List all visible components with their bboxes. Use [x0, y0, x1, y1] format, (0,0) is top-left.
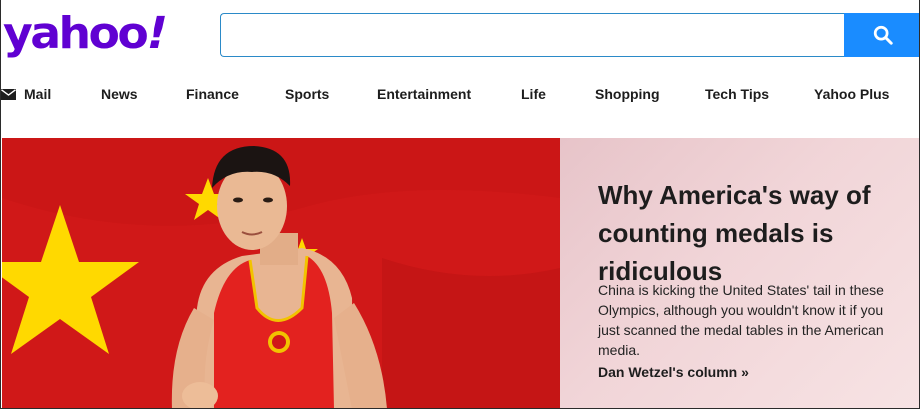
nav-item-label: Finance [186, 86, 239, 102]
column-link[interactable]: Dan Wetzel's column » [598, 364, 749, 380]
nav-item-label: Tech Tips [705, 86, 770, 102]
page-frame: yahoo! Mail News Finance Sports Entertai… [0, 0, 920, 409]
hero-story[interactable]: Why America's way of counting medals is … [2, 138, 919, 408]
nav-item-label: Mail [24, 86, 52, 102]
nav-item-label: Entertainment [377, 86, 472, 102]
nav-item-life[interactable]: Life [521, 82, 546, 106]
hero-image[interactable] [2, 138, 560, 408]
main-nav: Mail News Finance Sports Entertainment L… [1, 82, 919, 106]
nav-item-label: News [101, 86, 138, 102]
nav-item-tech-tips[interactable]: Tech Tips [705, 82, 769, 106]
nav-item-label: Yahoo Plus [814, 86, 890, 102]
hero-summary: China is kicking the United States' tail… [598, 282, 884, 358]
nav-item-shopping[interactable]: Shopping [595, 82, 660, 106]
hero-headline[interactable]: Why America's way of counting medals is … [598, 176, 908, 290]
search-button[interactable] [844, 13, 919, 57]
nav-item-label: Life [521, 86, 546, 102]
nav-item-mail[interactable]: Mail [1, 82, 51, 106]
nav-item-label: Sports [285, 86, 330, 102]
nav-item-entertainment[interactable]: Entertainment [377, 82, 471, 106]
nav-item-label: Shopping [595, 86, 660, 102]
search-icon [873, 25, 893, 45]
search-bar [220, 13, 919, 57]
nav-item-yahoo-plus[interactable]: Yahoo Plus [814, 82, 889, 106]
athlete-photo [2, 138, 560, 408]
nav-item-finance[interactable]: Finance [186, 82, 239, 106]
mail-icon [1, 88, 16, 100]
search-input[interactable] [220, 13, 844, 57]
yahoo-logo[interactable]: yahoo! [3, 6, 170, 62]
hero-text-panel: Why America's way of counting medals is … [560, 138, 919, 408]
nav-item-sports[interactable]: Sports [285, 82, 329, 106]
nav-item-news[interactable]: News [101, 82, 138, 106]
